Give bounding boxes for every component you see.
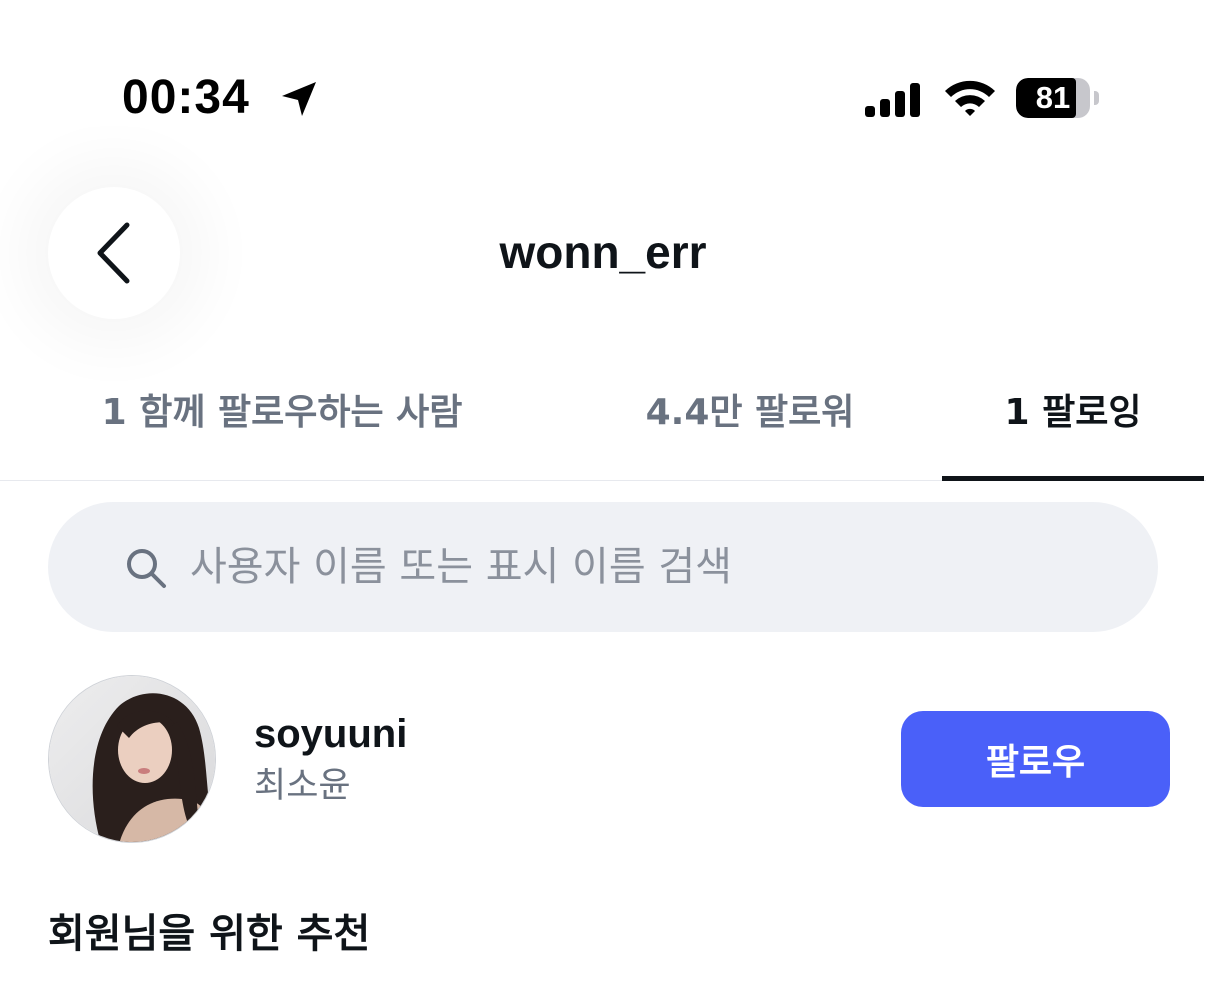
page-title: wonn_err (499, 226, 707, 278)
tab-label: 1 팔로잉 (1004, 392, 1142, 433)
avatar[interactable] (48, 675, 216, 843)
header: wonn_err (0, 180, 1206, 330)
wifi-icon (945, 80, 995, 116)
follow-button[interactable]: 팔로우 (901, 711, 1170, 807)
status-time: 00:34 (122, 71, 250, 124)
battery-tip (1094, 91, 1099, 105)
list-item[interactable]: soyuuni 최소윤 팔로우 (0, 670, 1206, 850)
avatar-photo (49, 676, 215, 842)
tab-following[interactable]: 1 팔로잉 (942, 380, 1204, 481)
battery-percentage: 81 (1035, 80, 1071, 115)
username: soyuuni (254, 712, 408, 756)
battery-icon: 81 (1016, 78, 1100, 118)
tab-bar: 1 함께 팔로우하는 사람 4.4만 팔로워 1 팔로잉 (0, 380, 1206, 481)
tab-followers[interactable]: 4.4만 팔로워 (600, 380, 900, 480)
location-arrow-icon (282, 82, 316, 116)
tab-label: 1 함께 팔로우하는 사람 (101, 392, 463, 433)
active-tab-indicator (942, 476, 1204, 481)
tab-mutual-followers[interactable]: 1 함께 팔로우하는 사람 (56, 380, 508, 480)
display-name: 최소윤 (254, 766, 351, 806)
tab-label: 4.4만 팔로워 (645, 392, 855, 433)
status-bar: 00:34 81 (0, 0, 1206, 190)
search-icon (127, 549, 166, 588)
section-title-recommendations: 회원님을 위한 추천 (48, 911, 371, 957)
search-input[interactable] (190, 537, 1130, 597)
cellular-signal-icon (865, 83, 920, 117)
battery-body: 81 (1016, 78, 1090, 118)
search-bar[interactable] (48, 502, 1158, 632)
